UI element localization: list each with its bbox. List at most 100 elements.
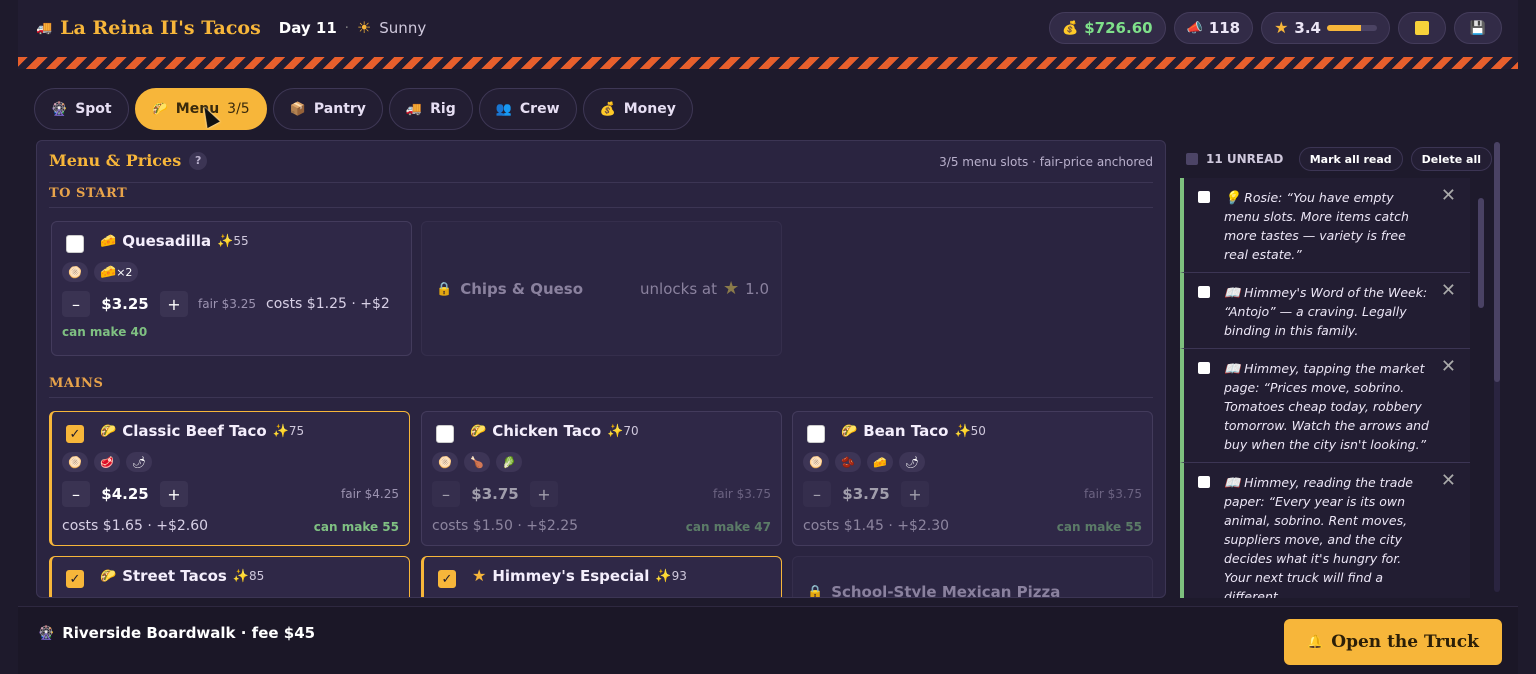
select-all-checkbox[interactable] <box>1186 153 1198 165</box>
item-checkbox[interactable]: ✓ <box>66 425 84 443</box>
item-score: 85 <box>249 569 265 583</box>
open-truck-button[interactable]: 🔔 Open the Truck <box>1284 619 1502 665</box>
fans-pill[interactable]: 📣 118 <box>1173 12 1254 44</box>
fair-price: fair $4.25 <box>340 487 399 501</box>
item-score: 55 <box>233 234 249 248</box>
menu-panel: Menu & Prices ? 3/5 menu slots · fair-pr… <box>36 140 1166 598</box>
fans-value: 118 <box>1208 19 1241 37</box>
section-to-start: TO START <box>49 186 128 201</box>
save-button[interactable]: 💾 <box>1454 12 1502 44</box>
message-checkbox[interactable] <box>1198 191 1210 203</box>
price-increase-button[interactable]: + <box>530 481 558 507</box>
close-icon[interactable]: ✕ <box>1441 281 1456 300</box>
star-icon: ★ <box>472 566 487 585</box>
notes-button[interactable] <box>1398 12 1446 44</box>
item-checkbox[interactable] <box>66 235 84 253</box>
item-name: Bean Taco <box>863 422 949 440</box>
price-increase-button[interactable]: + <box>160 481 188 507</box>
tab-spot[interactable]: 🎡 Spot <box>34 88 129 130</box>
item-score: 70 <box>623 424 639 438</box>
panel-title: Menu & Prices ? <box>49 151 208 170</box>
item-checkbox[interactable] <box>807 425 825 443</box>
bottom-bar: 🎡 Riverside Boardwalk · fee $45 🔔 Open t… <box>18 606 1518 674</box>
message-item[interactable]: 📖 Himmey, tapping the market page: “Pric… <box>1180 349 1470 463</box>
unlock-label: unlocks at <box>640 280 717 298</box>
menu-item-chicken-taco[interactable]: 🌮 Chicken Taco ✨70 🫓 🍗 🥬 – $3.75 + fair … <box>421 411 782 546</box>
help-icon[interactable]: ? <box>189 151 208 170</box>
close-icon[interactable]: ✕ <box>1441 186 1456 205</box>
item-checkbox[interactable] <box>436 425 454 443</box>
item-costs: costs $1.50 · +$2.25 <box>432 518 579 534</box>
menu-item-quesadilla[interactable]: 🧀 Quesadilla ✨55 🫓 🧀 ×2 – $3.25 + fair $3… <box>51 221 412 356</box>
ingredient-list: 🫓 🫘 🧀 🌶 <box>803 452 925 472</box>
message-checkbox[interactable] <box>1198 362 1210 374</box>
menu-item-street-tacos[interactable]: ✓ 🌮 Street Tacos ✨85 <box>49 556 410 597</box>
message-scrollbar[interactable] <box>1478 186 1484 596</box>
item-costs: costs $1.25 · +$2 <box>266 296 390 312</box>
floppy-disk-icon: 💾 <box>1469 20 1487 36</box>
message-item[interactable]: 📖 Himmey, reading the trade paper: “Ever… <box>1180 463 1470 598</box>
book-icon: 📖 <box>1224 286 1241 301</box>
price-control: – $3.75 + <box>432 481 558 507</box>
lightbulb-icon: 💡 <box>1224 191 1241 206</box>
sparkle-icon: ✨ <box>655 569 672 584</box>
item-score: 93 <box>671 569 687 583</box>
star-icon: ★ <box>1274 18 1289 37</box>
message-checkbox[interactable] <box>1198 286 1210 298</box>
tab-crew[interactable]: 👥 Crew <box>478 88 577 130</box>
price-decrease-button[interactable]: – <box>62 291 90 317</box>
close-icon[interactable]: ✕ <box>1441 357 1456 376</box>
money-pill[interactable]: 💰 $726.60 <box>1049 12 1166 44</box>
item-checkbox[interactable]: ✓ <box>438 570 456 588</box>
lettuce-icon: 🥬 <box>496 452 522 472</box>
price-increase-button[interactable]: + <box>160 291 188 317</box>
message-checkbox[interactable] <box>1198 476 1210 488</box>
chicken-icon: 🍗 <box>464 452 490 472</box>
message-text: Rosie: “You have empty menu slots. More … <box>1224 190 1409 262</box>
price-decrease-button[interactable]: – <box>803 481 831 507</box>
close-icon[interactable]: ✕ <box>1441 471 1456 490</box>
price-control: – $3.25 + fair $3.25 costs $1.25 · +$2 <box>62 291 390 317</box>
price-increase-button[interactable]: + <box>901 481 929 507</box>
price-value: $4.25 <box>101 485 149 503</box>
tab-money[interactable]: 💰 Money <box>582 88 693 130</box>
inbox-scrollbar[interactable] <box>1494 142 1500 592</box>
message-item[interactable]: 📖 Himmey's Word of the Week: “Antojo” — … <box>1180 273 1470 349</box>
people-icon: 👥 <box>495 101 512 117</box>
message-text: Himmey's Word of the Week: “Antojo” — a … <box>1224 285 1428 338</box>
item-score: 50 <box>970 424 986 438</box>
book-icon: 📖 <box>1224 362 1241 377</box>
bell-icon: 🔔 <box>1307 634 1324 650</box>
beans-icon: 🫘 <box>835 452 861 472</box>
tortilla-icon: 🫓 <box>62 262 88 282</box>
item-name: Chicken Taco <box>492 422 602 440</box>
message-list: 💡 Rosie: “You have empty menu slots. Mor… <box>1180 178 1470 598</box>
menu-item-pizza-locked: 🔒 School-Style Mexican Pizza <box>792 556 1153 597</box>
price-value: $3.75 <box>471 485 519 503</box>
tab-count: 3/5 <box>227 101 250 117</box>
price-decrease-button[interactable]: – <box>62 481 90 507</box>
rating-pill[interactable]: ★ 3.4 <box>1261 12 1390 44</box>
message-text: Himmey, tapping the market page: “Prices… <box>1224 361 1429 452</box>
sparkle-icon: ✨ <box>272 424 289 439</box>
tab-label: Pantry <box>313 101 366 117</box>
unread-count: 11 UNREAD <box>1206 152 1284 166</box>
money-bag-icon: 💰 <box>1062 20 1079 36</box>
mark-all-read-button[interactable]: Mark all read <box>1298 147 1403 171</box>
price-decrease-button[interactable]: – <box>432 481 460 507</box>
delete-all-button[interactable]: Delete all <box>1410 147 1492 171</box>
day-label: Day 11 <box>278 19 337 37</box>
message-item[interactable]: 💡 Rosie: “You have empty menu slots. Mor… <box>1180 178 1470 273</box>
cheese-icon: 🧀 <box>867 452 893 472</box>
price-value: $3.75 <box>842 485 890 503</box>
menu-item-bean-taco[interactable]: 🌮 Bean Taco ✨50 🫓 🫘 🧀 🌶 – $3.75 + fair $… <box>792 411 1153 546</box>
weather-label: Sunny <box>379 19 427 37</box>
item-checkbox[interactable]: ✓ <box>66 570 84 588</box>
menu-slots-note: 3/5 menu slots · fair-price anchored <box>939 155 1153 169</box>
fair-price: fair $3.75 <box>712 487 771 501</box>
menu-item-classic-beef-taco[interactable]: ✓ 🌮 Classic Beef Taco ✨75 🫓 🥩 🌶 – $4.25 … <box>49 411 410 546</box>
tab-rig[interactable]: 🚚 Rig <box>388 88 473 130</box>
rating-bar <box>1327 25 1377 31</box>
tab-pantry[interactable]: 📦 Pantry <box>272 88 383 130</box>
menu-item-himmeys-especial[interactable]: ✓ ★ Himmey's Especial ✨93 <box>421 556 782 597</box>
